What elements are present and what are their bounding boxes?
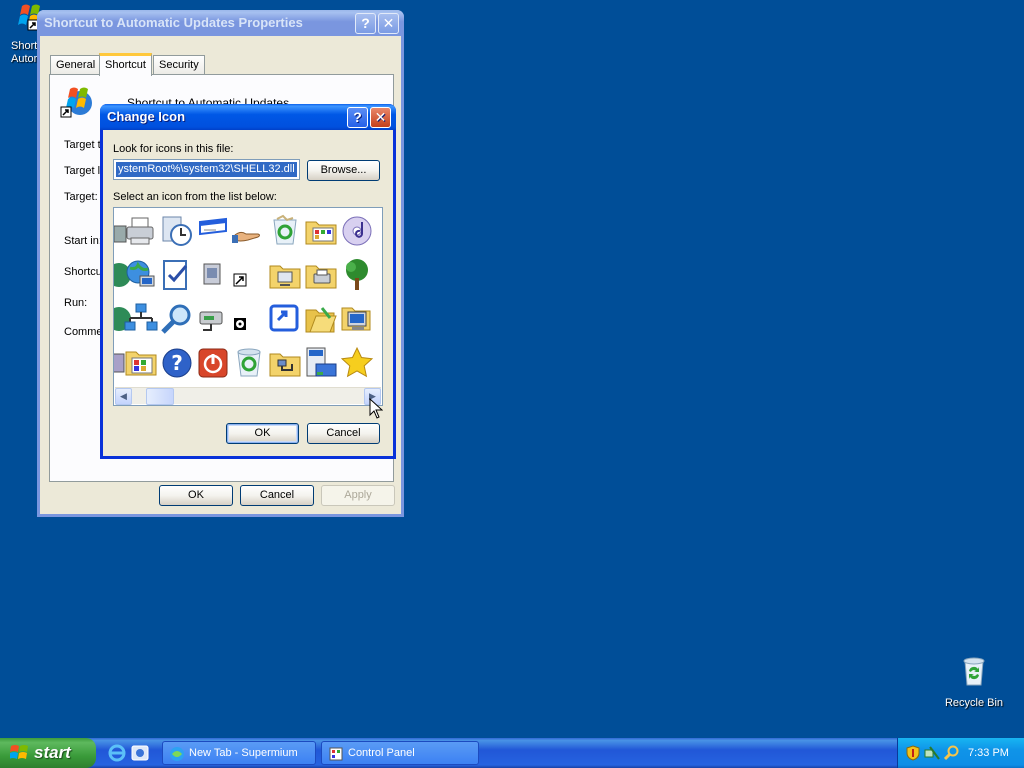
icon-list-scrollbar[interactable]: ◀ ▶ xyxy=(115,387,381,405)
show-desktop-icon[interactable] xyxy=(131,744,149,762)
properties-apply-button[interactable]: Apply xyxy=(321,485,395,506)
close-button[interactable]: ✕ xyxy=(378,13,399,34)
clock[interactable]: 7:33 PM xyxy=(968,738,1009,768)
speaker-box-icon[interactable] xyxy=(196,258,230,292)
svg-text:?: ? xyxy=(171,351,183,375)
taskbar: start New Tab - Supermium Control Panel … xyxy=(0,738,1024,768)
cd-small-icon[interactable] xyxy=(232,316,266,350)
control-panel-icon xyxy=(329,747,343,761)
browse-button[interactable]: Browse... xyxy=(307,160,380,181)
tree-icon[interactable] xyxy=(340,258,374,292)
desktop-icon-label-2: Autor xyxy=(11,53,38,65)
properties-ok-button[interactable]: OK xyxy=(159,485,233,506)
task-check-icon[interactable] xyxy=(160,258,194,292)
shutdown-icon[interactable] xyxy=(196,346,230,380)
mouse-cursor-icon xyxy=(369,398,383,419)
icon-file-value: ystemRoot%\system32\SHELL32.dll xyxy=(116,162,297,177)
recycle-bin-label: Recycle Bin xyxy=(944,697,1004,709)
start-label: start xyxy=(34,743,71,762)
browser-icon xyxy=(170,747,184,761)
open-folder-icon[interactable] xyxy=(304,302,338,336)
window-icon[interactable] xyxy=(196,214,230,248)
control-panel-icon[interactable] xyxy=(124,346,158,380)
start-button[interactable]: start xyxy=(0,738,96,768)
shortcut-arrow-icon[interactable] xyxy=(232,272,266,306)
scroll-thumb[interactable] xyxy=(146,388,174,405)
search-tray-icon[interactable] xyxy=(944,745,960,761)
select-icon-label: Select an icon from the list below: xyxy=(113,191,277,203)
help-icon[interactable]: ? xyxy=(160,346,194,380)
recycle-bin-full-icon[interactable] xyxy=(268,214,302,248)
desktop-icon-label-1: Short xyxy=(11,40,38,52)
computer-icon[interactable] xyxy=(340,302,374,336)
windows-update-icon xyxy=(60,87,92,118)
properties-title: Shortcut to Automatic Updates Properties xyxy=(44,15,303,30)
label-run: Run: xyxy=(64,297,88,309)
taskbar-item-label: Control Panel xyxy=(348,747,415,759)
icon-file-input[interactable]: ystemRoot%\system32\SHELL32.dll xyxy=(113,159,300,180)
change-icon-title: Change Icon xyxy=(107,109,186,124)
scheduled-tasks-icon[interactable] xyxy=(160,214,194,248)
printer-folder-icon[interactable] xyxy=(304,258,338,292)
taskbar-settings-icon[interactable] xyxy=(304,346,338,380)
tab-shortcut[interactable]: Shortcut xyxy=(99,53,152,76)
scroll-left-button[interactable]: ◀ xyxy=(115,388,132,405)
network-globe-icon[interactable] xyxy=(124,258,158,292)
help-button[interactable]: ? xyxy=(355,13,376,34)
cd-audio-icon[interactable] xyxy=(340,214,374,248)
properties-titlebar[interactable]: Shortcut to Automatic Updates Properties… xyxy=(37,10,404,36)
label-start-in: Start in: xyxy=(64,235,102,247)
taskbar-item-browser[interactable]: New Tab - Supermium xyxy=(162,741,316,765)
properties-cancel-button[interactable]: Cancel xyxy=(240,485,314,506)
move-window-icon[interactable] xyxy=(268,302,302,336)
close-button[interactable]: ✕ xyxy=(370,107,391,128)
search-icon[interactable] xyxy=(160,302,194,336)
windows-logo-icon xyxy=(10,745,28,759)
share-hand-icon[interactable] xyxy=(232,214,266,248)
label-shortcut-key: Shortcu xyxy=(64,266,102,278)
system-tray: 7:33 PM xyxy=(897,738,1024,768)
change-icon-dialog: Change Icon ? ✕ Look for icons in this f… xyxy=(100,104,396,459)
recycle-bin-icon xyxy=(963,657,985,686)
desktop-icon-recycle-bin[interactable]: Recycle Bin xyxy=(940,655,1008,710)
drive-network-icon[interactable] xyxy=(196,302,230,336)
change-icon-cancel-button[interactable]: Cancel xyxy=(307,423,380,444)
network-folder-icon[interactable] xyxy=(268,346,302,380)
taskbar-item-label: New Tab - Supermium xyxy=(189,747,298,759)
network-icon[interactable] xyxy=(124,302,158,336)
tab-general[interactable]: General xyxy=(50,55,102,74)
network-status-icon[interactable] xyxy=(924,745,940,761)
recycle-bin-icon[interactable] xyxy=(232,346,266,380)
icon-list[interactable]: ? ◀ ▶ xyxy=(113,207,383,406)
internet-explorer-icon[interactable] xyxy=(108,744,126,762)
change-icon-ok-button[interactable]: OK xyxy=(226,423,299,444)
shared-folder-icon[interactable] xyxy=(268,258,302,292)
label-target: Target: xyxy=(64,191,98,203)
security-shield-icon[interactable] xyxy=(906,745,920,761)
taskbar-item-control-panel[interactable]: Control Panel xyxy=(321,741,479,765)
control-panel-folder-icon[interactable] xyxy=(304,214,338,248)
printer-icon[interactable] xyxy=(124,214,158,248)
tab-security[interactable]: Security xyxy=(153,55,205,74)
help-button[interactable]: ? xyxy=(347,107,368,128)
change-icon-titlebar[interactable]: Change Icon ? ✕ xyxy=(100,104,396,130)
look-for-icons-label: Look for icons in this file: xyxy=(113,143,234,155)
favorites-star-icon[interactable] xyxy=(340,346,374,380)
